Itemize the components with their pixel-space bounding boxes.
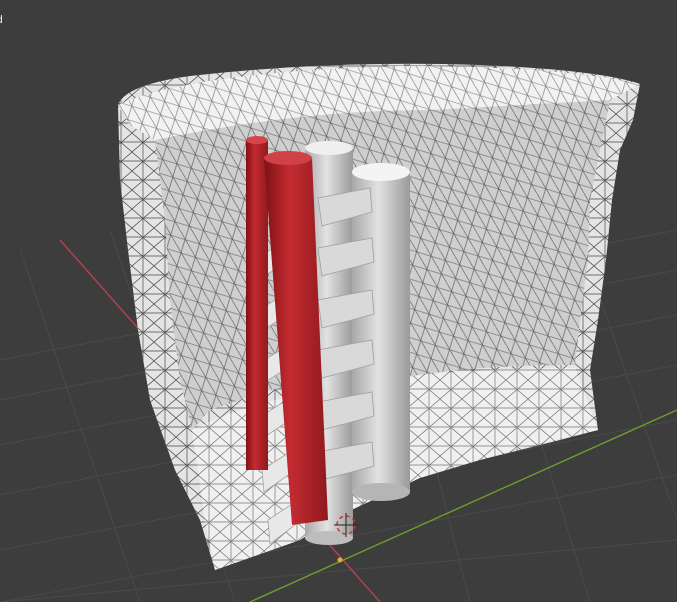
3d-viewport[interactable]: d (0, 0, 677, 602)
origin-point-icon (337, 557, 343, 563)
viewport-scene[interactable] (0, 0, 677, 602)
red-rod-back (246, 136, 268, 470)
